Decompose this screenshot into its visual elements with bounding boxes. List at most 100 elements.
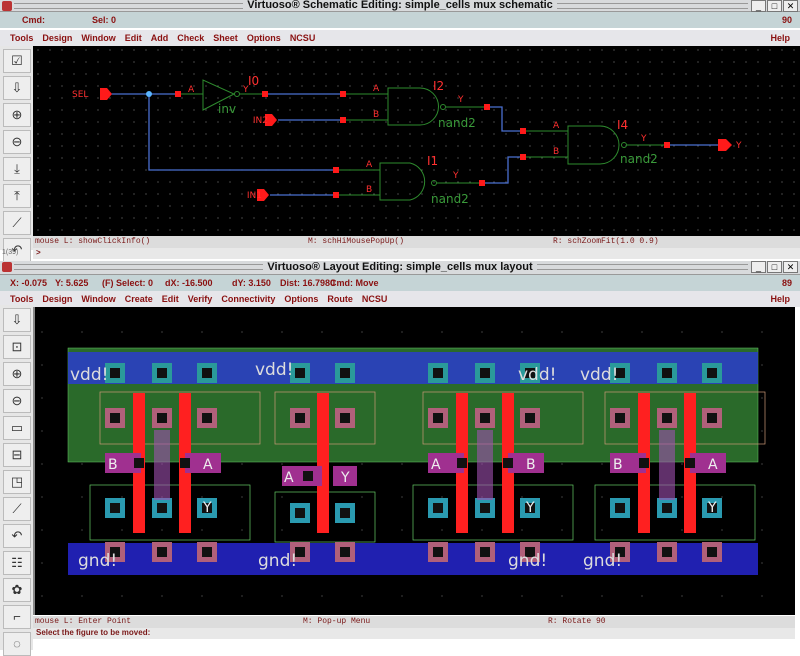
sel-count: Sel: 0 bbox=[92, 15, 117, 25]
svg-text:Y: Y bbox=[457, 95, 464, 105]
zoom-fit-icon[interactable]: ⊡ bbox=[3, 335, 31, 359]
menu-tools[interactable]: Tools bbox=[10, 294, 33, 304]
corner-number: 90 bbox=[781, 15, 792, 25]
x-coord: X: -0.075 bbox=[10, 278, 48, 288]
gnd-label: gnd! bbox=[508, 551, 547, 571]
menu-tools[interactable]: Tools bbox=[10, 33, 33, 43]
wire-icon[interactable]: ⟋ bbox=[3, 211, 31, 235]
pin-label: B bbox=[613, 457, 623, 473]
vdd-label: vdd! bbox=[518, 365, 556, 385]
svg-text:A: A bbox=[373, 84, 380, 94]
svg-text:A: A bbox=[553, 121, 560, 131]
vdd-label: vdd! bbox=[580, 365, 618, 385]
menu-route[interactable]: Route bbox=[327, 294, 353, 304]
pin-label: B bbox=[526, 457, 536, 473]
menu-help[interactable]: Help bbox=[770, 33, 790, 43]
menu-window[interactable]: Window bbox=[81, 294, 115, 304]
minimize-button[interactable]: _ bbox=[751, 0, 766, 12]
check-icon[interactable]: ☑ bbox=[3, 49, 31, 73]
menu-ncsu[interactable]: NCSU bbox=[362, 294, 388, 304]
layout-toolbar: ⇩ ⊡ ⊕ ⊖ ▭ ⊟ ◳ ⟋ ↶ ☷ ✿ ⌐ ◌ bbox=[0, 305, 33, 656]
schematic-infobar: Cmd: Sel: 0 90 bbox=[0, 12, 800, 28]
stretch-icon[interactable]: ⇩ bbox=[3, 308, 31, 332]
svg-text:A: A bbox=[188, 85, 195, 95]
close-button[interactable]: ✕ bbox=[783, 0, 798, 12]
svg-text:Y: Y bbox=[640, 134, 647, 144]
menu-check[interactable]: Check bbox=[177, 33, 204, 43]
partial-select-icon[interactable]: ⊟ bbox=[3, 443, 31, 467]
menu-add[interactable]: Add bbox=[151, 33, 169, 43]
pin-label-y: Y bbox=[735, 141, 742, 151]
svg-text:B: B bbox=[366, 185, 372, 195]
maximize-button[interactable]: □ bbox=[767, 261, 782, 273]
select-count: (F) Select: 0 bbox=[102, 278, 154, 288]
instance-name: I0 bbox=[248, 74, 259, 88]
schematic-canvas[interactable]: SEL IN2 IN1 Y AY I0 ABY I2 ABY I1 ABY I4… bbox=[33, 46, 800, 236]
ascend-icon[interactable]: ⤒ bbox=[3, 184, 31, 208]
menu-ncsu[interactable]: NCSU bbox=[290, 33, 316, 43]
lasso-icon[interactable]: ◌ bbox=[3, 632, 31, 656]
menu-edit[interactable]: Edit bbox=[125, 33, 142, 43]
menu-window[interactable]: Window bbox=[81, 33, 115, 43]
dx-value: dX: -16.500 bbox=[165, 278, 213, 288]
zoom-in-icon[interactable]: ⊕ bbox=[3, 103, 31, 127]
schematic-titlebar[interactable]: Virtuoso® Schematic Editing: simple_cell… bbox=[0, 0, 800, 12]
maximize-button[interactable]: □ bbox=[767, 0, 782, 12]
menu-help[interactable]: Help bbox=[770, 294, 790, 304]
svg-text:B: B bbox=[553, 147, 559, 157]
minimize-button[interactable]: _ bbox=[751, 261, 766, 273]
properties-icon[interactable]: ☷ bbox=[3, 551, 31, 575]
svg-text:A: A bbox=[366, 160, 373, 170]
layout-mouse-status: mouse L: Enter Point M: Pop-up Menu R: Rot… bbox=[33, 616, 795, 628]
pin-label: A bbox=[431, 457, 441, 473]
menu-design[interactable]: Design bbox=[42, 33, 72, 43]
menu-create[interactable]: Create bbox=[125, 294, 153, 304]
stretch-icon[interactable]: ⇩ bbox=[3, 76, 31, 100]
cell-name: inv bbox=[218, 102, 236, 116]
area-icon[interactable]: ◳ bbox=[3, 470, 31, 494]
menu-options[interactable]: Options bbox=[247, 33, 281, 43]
zoom-in-icon[interactable]: ⊕ bbox=[3, 362, 31, 386]
poly-gate bbox=[317, 393, 329, 533]
layout-prompt: Select the figure to be moved: bbox=[33, 628, 795, 639]
pin-label: Y bbox=[340, 470, 350, 486]
menu-design[interactable]: Design bbox=[42, 294, 72, 304]
pin-label: A bbox=[203, 457, 213, 473]
gnd-label: gnd! bbox=[78, 551, 117, 571]
menu-verify[interactable]: Verify bbox=[188, 294, 213, 304]
pin-label: Y bbox=[202, 500, 212, 516]
pin-label: A bbox=[708, 457, 718, 473]
instance-name: I4 bbox=[617, 118, 628, 132]
select-area-icon[interactable]: ▭ bbox=[3, 416, 31, 440]
route-icon[interactable]: ⌐ bbox=[3, 605, 31, 629]
schematic-mouse-status: mouse L: showClickInfo() M: schHiMousePop… bbox=[33, 236, 800, 248]
gnd-label: gnd! bbox=[583, 551, 622, 571]
window-title: Virtuoso® Layout Editing: simple_cells m… bbox=[263, 261, 537, 273]
svg-text:Y: Y bbox=[452, 171, 459, 181]
dy-value: dY: 3.150 bbox=[232, 278, 271, 288]
instance-icon[interactable]: ✿ bbox=[3, 578, 31, 602]
cell-name: nand2 bbox=[431, 192, 469, 206]
instance-name: I1 bbox=[427, 154, 438, 168]
zoom-out-icon[interactable]: ⊖ bbox=[3, 130, 31, 154]
menu-options[interactable]: Options bbox=[284, 294, 318, 304]
menu-connectivity[interactable]: Connectivity bbox=[221, 294, 275, 304]
layout-titlebar[interactable]: Virtuoso® Layout Editing: simple_cells m… bbox=[0, 261, 800, 275]
layout-canvas[interactable]: B A Y A Y A B Y B A Y vdd! vdd! vdd! vdd! gnd! gnd! gnd!… bbox=[33, 307, 795, 615]
menu-edit[interactable]: Edit bbox=[162, 294, 179, 304]
window-title: Virtuoso® Schematic Editing: simple_cell… bbox=[243, 0, 557, 11]
zoom-out-icon[interactable]: ⊖ bbox=[3, 389, 31, 413]
layout-menubar: Tools Design Window Create Edit Verify Connect… bbox=[0, 291, 800, 307]
menu-sheet[interactable]: Sheet bbox=[213, 33, 238, 43]
pin-label: Y bbox=[525, 500, 535, 516]
pin-label-in2: IN2 bbox=[253, 116, 268, 126]
schematic-menubar: Tools Design Window Edit Add Check Sheet Option… bbox=[0, 30, 800, 46]
schematic-command-line[interactable]: > bbox=[33, 248, 800, 259]
undo-icon[interactable]: ↶ bbox=[3, 524, 31, 548]
descend-icon[interactable]: ⤓ bbox=[3, 157, 31, 181]
path-icon[interactable]: ⟋ bbox=[3, 497, 31, 521]
y-coord: Y: 5.625 bbox=[55, 278, 89, 288]
pin-label: A bbox=[284, 470, 294, 486]
instance-name: I2 bbox=[433, 79, 444, 93]
close-button[interactable]: ✕ bbox=[783, 261, 798, 273]
